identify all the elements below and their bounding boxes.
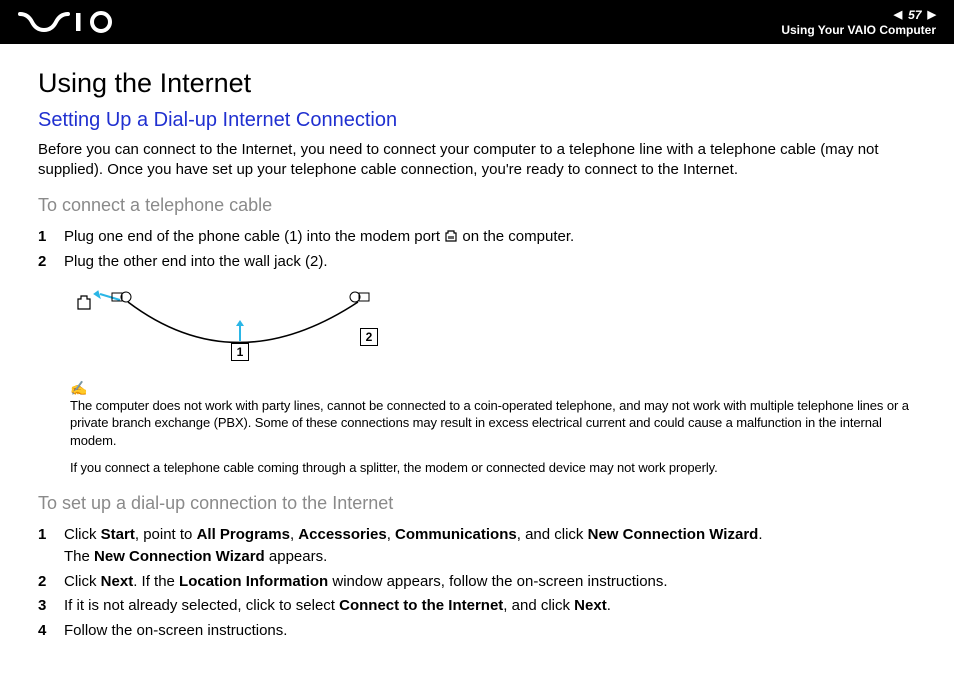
vaio-logo xyxy=(18,11,128,33)
cable-diagram: 1 2 xyxy=(70,288,400,370)
list-item: 3If it is not already selected, click to… xyxy=(38,595,916,618)
page-navigation: ◀ 57 ▶ xyxy=(894,8,936,22)
list-item: 2 Plug the other end into the wall jack … xyxy=(38,251,916,274)
list-item: 1Click Start, point to All Programs, Acc… xyxy=(38,524,916,569)
subsection-heading: To connect a telephone cable xyxy=(38,195,916,216)
intro-paragraph: Before you can connect to the Internet, … xyxy=(38,140,916,181)
note-icon: ✍ xyxy=(70,380,916,397)
note-block: ✍ The computer does not work with party … xyxy=(70,380,916,450)
modem-port-icon xyxy=(444,227,458,250)
page-content: Using the Internet Setting Up a Dial-up … xyxy=(0,44,954,642)
list-item: 4Follow the on-screen instructions. xyxy=(38,620,916,643)
steps-list-1: 1 Plug one end of the phone cable (1) in… xyxy=(38,226,916,274)
note-text: If you connect a telephone cable coming … xyxy=(70,459,916,477)
page-title: Using the Internet xyxy=(38,68,916,99)
breadcrumb: Using Your VAIO Computer xyxy=(781,23,936,37)
subsection-heading: To set up a dial-up connection to the In… xyxy=(38,493,916,514)
steps-list-2: 1Click Start, point to All Programs, Acc… xyxy=(38,524,916,643)
note-text: The computer does not work with party li… xyxy=(70,397,916,450)
list-item: 1 Plug one end of the phone cable (1) in… xyxy=(38,226,916,250)
header-bar: ◀ 57 ▶ Using Your VAIO Computer xyxy=(0,0,954,44)
section-heading: Setting Up a Dial-up Internet Connection xyxy=(38,109,916,132)
next-page-arrow[interactable]: ▶ xyxy=(928,8,936,21)
diagram-callout-1: 1 xyxy=(231,343,249,361)
note-block: If you connect a telephone cable coming … xyxy=(70,459,916,477)
list-item: 2Click Next. If the Location Information… xyxy=(38,571,916,594)
diagram-callout-2: 2 xyxy=(360,328,378,346)
prev-page-arrow[interactable]: ◀ xyxy=(894,8,902,21)
page-number: 57 xyxy=(908,8,921,22)
